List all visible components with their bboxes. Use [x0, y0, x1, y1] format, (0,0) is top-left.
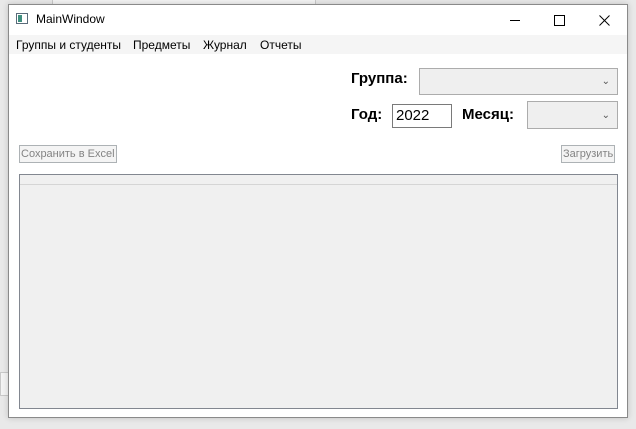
maximize-icon [554, 14, 565, 26]
maximize-button[interactable] [537, 5, 582, 35]
save-excel-button[interactable]: Сохранить в Excel [19, 145, 117, 163]
chevron-down-icon: ⌄ [601, 110, 610, 121]
month-select[interactable]: ⌄ [527, 101, 618, 129]
data-grid[interactable] [19, 174, 618, 409]
menu-subjects[interactable]: Предметы [133, 38, 190, 52]
close-button[interactable] [582, 5, 627, 35]
title-bar[interactable]: MainWindow [9, 5, 627, 35]
menu-bar: Группы и студенты Предметы Журнал Отчеты [9, 35, 627, 54]
close-icon [599, 14, 610, 26]
grid-header [20, 175, 617, 185]
menu-journal[interactable]: Журнал [203, 38, 247, 52]
menu-groups-students[interactable]: Группы и студенты [16, 38, 121, 52]
menu-reports[interactable]: Отчеты [260, 38, 301, 52]
app-icon [16, 13, 28, 24]
load-button[interactable]: Загрузить [561, 145, 616, 163]
group-label: Группа: [351, 70, 408, 87]
minimize-icon [509, 19, 520, 21]
window-title: MainWindow [36, 12, 105, 26]
group-select[interactable]: ⌄ [419, 68, 618, 95]
main-window: MainWindow Группы и студенты Предметы Жу… [8, 4, 628, 418]
month-label: Месяц: [462, 106, 514, 123]
year-label: Год: [351, 106, 383, 123]
minimize-button[interactable] [492, 5, 537, 35]
chevron-down-icon: ⌄ [601, 76, 610, 87]
year-input[interactable]: 2022 [392, 104, 452, 128]
